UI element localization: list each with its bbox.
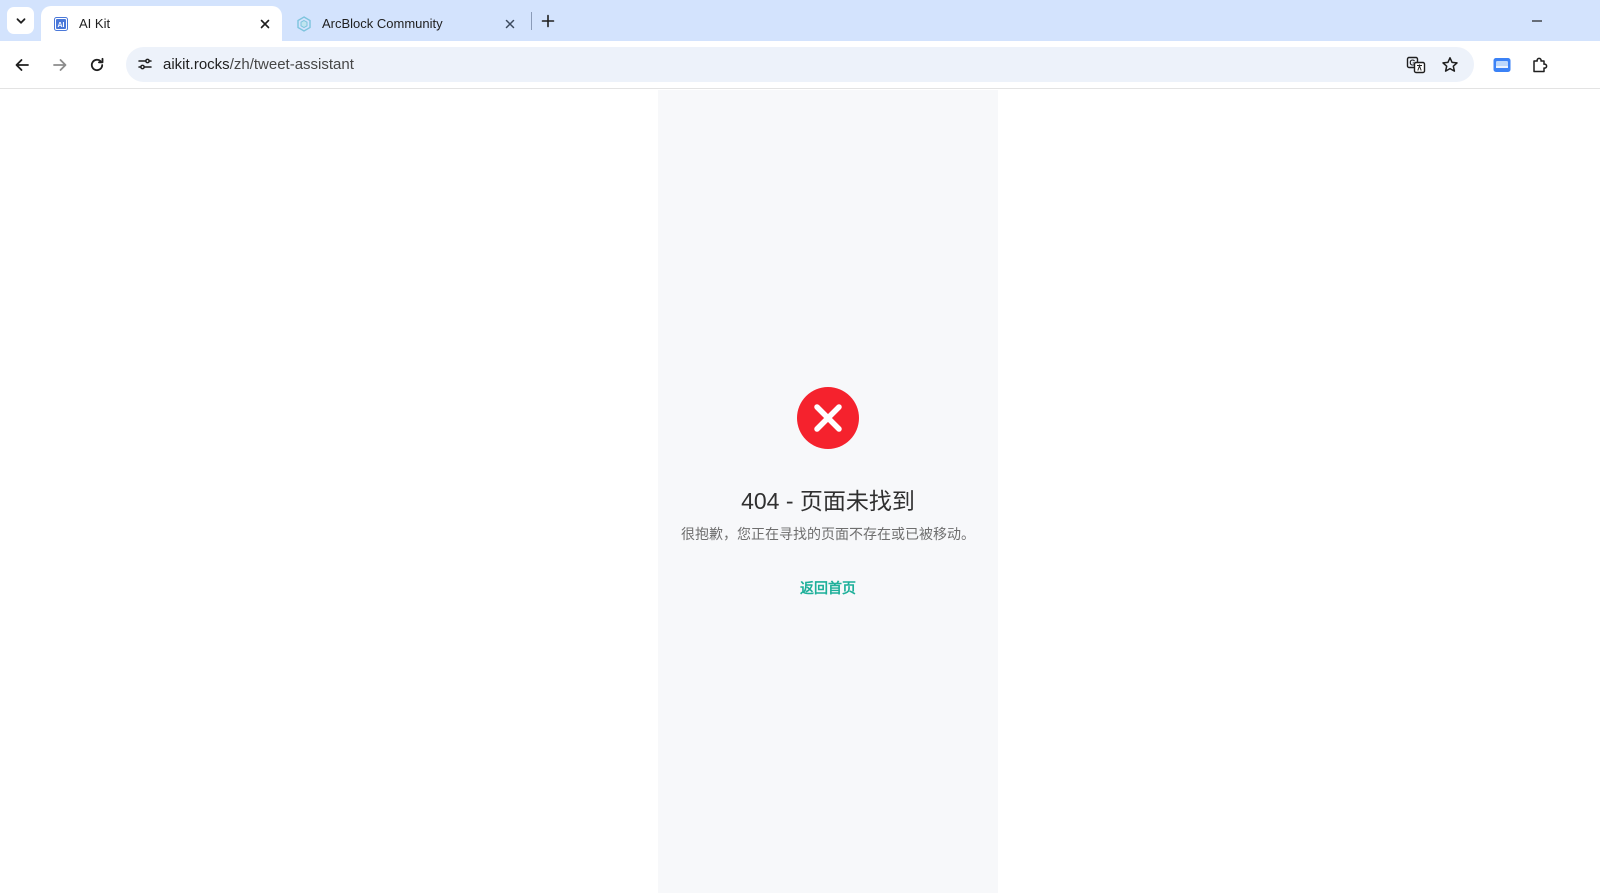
error-description: 很抱歉，您正在寻找的页面不存在或已被移动。	[681, 526, 975, 542]
ai-kit-favicon-icon: AI	[53, 16, 69, 32]
close-tab-icon[interactable]	[501, 15, 519, 33]
new-tab-button[interactable]	[537, 10, 559, 32]
error-circle-x-icon	[797, 387, 859, 449]
back-to-home-link[interactable]: 返回首页	[658, 578, 998, 598]
reload-button[interactable]	[85, 53, 109, 77]
plus-icon	[541, 14, 555, 28]
page-content: 404 - 页面未找到 很抱歉，您正在寻找的页面不存在或已被移动。 返回首页	[0, 90, 1600, 893]
address-bar[interactable]: aikit.rocks/zh/tweet-assistant G	[126, 47, 1474, 82]
arrow-right-icon	[53, 59, 67, 71]
arrow-left-icon	[15, 59, 29, 71]
browser-toolbar: aikit.rocks/zh/tweet-assistant G	[0, 41, 1600, 89]
extension-card-icon[interactable]	[1490, 53, 1514, 77]
forward-button[interactable]	[48, 53, 72, 77]
site-settings-icon[interactable]	[134, 53, 156, 75]
svg-text:AI: AI	[58, 22, 65, 29]
error-title: 404 - 页面未找到	[741, 488, 915, 514]
url-path: /zh/tweet-assistant	[229, 56, 354, 73]
error-panel: 404 - 页面未找到 很抱歉，您正在寻找的页面不存在或已被移动。 返回首页	[658, 90, 998, 893]
tab-strip: AI AI Kit ArcBlock Community	[0, 0, 1600, 41]
arcblock-favicon-icon	[296, 15, 312, 32]
tab-title: ArcBlock Community	[322, 16, 443, 31]
minimize-icon	[1532, 20, 1542, 22]
tab-separator	[531, 12, 532, 30]
translate-icon[interactable]: G	[1404, 53, 1428, 77]
back-button[interactable]	[10, 53, 34, 77]
reload-icon	[90, 57, 104, 72]
close-tab-icon[interactable]	[256, 15, 274, 33]
tab-arcblock-community[interactable]: ArcBlock Community	[284, 6, 527, 41]
url-text: aikit.rocks/zh/tweet-assistant	[163, 56, 354, 73]
url-host: aikit.rocks	[163, 56, 230, 73]
tab-search-button[interactable]	[7, 7, 34, 34]
tab-ai-kit[interactable]: AI AI Kit	[41, 6, 282, 41]
tab-title: AI Kit	[79, 16, 111, 31]
extensions-puzzle-icon[interactable]	[1528, 53, 1552, 77]
bookmark-star-icon[interactable]	[1438, 53, 1462, 77]
chevron-down-icon	[16, 17, 25, 24]
minimize-window-button[interactable]	[1524, 10, 1550, 32]
